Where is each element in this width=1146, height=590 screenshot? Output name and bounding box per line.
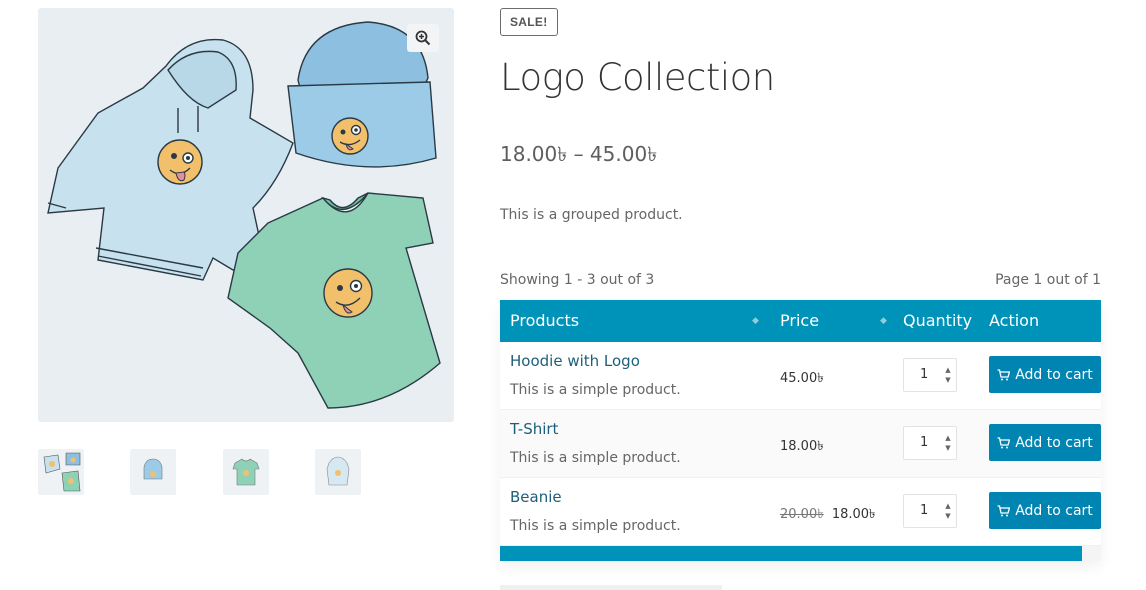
gallery-thumbnail-3[interactable]	[223, 449, 269, 495]
add-to-cart-button[interactable]: Add to cart	[989, 492, 1101, 529]
magnifier-plus-icon	[415, 30, 431, 46]
add-to-cart-label: Add to cart	[1015, 502, 1093, 519]
product-name-link[interactable]: Hoodie with Logo	[510, 352, 640, 370]
table-header: Products ◆ Price ◆ Quantity Action	[500, 300, 1101, 342]
product-price: 45.00৳	[780, 369, 824, 390]
product-price: 18.00৳	[780, 437, 824, 458]
scrollbar-thumb[interactable]	[500, 546, 1082, 561]
horizontal-scrollbar[interactable]	[500, 546, 1101, 561]
product-illustration	[47, 21, 441, 409]
column-header-action: Action	[989, 311, 1040, 330]
column-header-quantity: Quantity	[903, 311, 973, 330]
sale-badge: SALE!	[500, 8, 558, 36]
product-name-link[interactable]: Beanie	[510, 488, 562, 506]
product-name-link[interactable]: T-Shirt	[510, 420, 558, 438]
column-header-products[interactable]: Products	[510, 300, 579, 342]
tshirt-thumb	[232, 458, 260, 486]
product-description: This is a simple product.	[510, 450, 681, 466]
table-row: Hoodie with Logo This is a simple produc…	[500, 342, 1101, 410]
gallery-thumbnail-1[interactable]	[38, 449, 84, 495]
quantity-stepper[interactable]: 1 ▲ ▼	[903, 426, 957, 460]
cart-icon	[997, 504, 1011, 516]
product-short-description: This is a grouped product.	[500, 207, 683, 223]
spinner-arrows-icon[interactable]: ▲ ▼	[944, 365, 952, 385]
sort-icon[interactable]: ◆	[752, 316, 759, 326]
table-row: T-Shirt This is a simple product. 18.00৳…	[500, 410, 1101, 478]
product-description: This is a simple product.	[510, 382, 681, 398]
gallery-thumbnail-4[interactable]	[315, 449, 361, 495]
quantity-value[interactable]: 1	[920, 367, 928, 382]
product-main-image[interactable]	[38, 8, 454, 422]
product-tabs-strip	[500, 585, 722, 590]
product-description: This is a simple product.	[510, 518, 681, 534]
quantity-value[interactable]: 1	[920, 435, 928, 450]
beanie-thumb	[143, 458, 163, 480]
add-to-cart-label: Add to cart	[1015, 434, 1093, 451]
column-header-price[interactable]: Price	[780, 300, 819, 342]
quantity-stepper[interactable]: 1 ▲ ▼	[903, 494, 957, 528]
hoodie-thumb	[326, 456, 350, 486]
regular-price-strikethrough: 20.00৳	[780, 507, 824, 522]
current-price: 45.00৳	[780, 371, 824, 386]
sort-icon[interactable]: ◆	[880, 316, 887, 326]
product-price: 20.00৳ 18.00৳	[780, 505, 876, 526]
cart-icon	[997, 368, 1011, 380]
add-to-cart-button[interactable]: Add to cart	[989, 356, 1101, 393]
quantity-stepper[interactable]: 1 ▲ ▼	[903, 358, 957, 392]
grouped-products-table: Products ◆ Price ◆ Quantity Action Hoodi…	[500, 300, 1101, 561]
quantity-value[interactable]: 1	[920, 503, 928, 518]
product-title: Logo Collection	[500, 56, 775, 99]
showing-count: Showing 1 - 3 out of 3	[500, 272, 655, 288]
add-to-cart-button[interactable]: Add to cart	[989, 424, 1101, 461]
add-to-cart-label: Add to cart	[1015, 366, 1093, 383]
cart-icon	[997, 436, 1011, 448]
spinner-arrows-icon[interactable]: ▲ ▼	[944, 433, 952, 453]
sale-price: 18.00৳	[831, 507, 876, 522]
table-row: Beanie This is a simple product. 20.00৳ …	[500, 478, 1101, 546]
gallery-thumbnail-2[interactable]	[130, 449, 176, 495]
zoom-button[interactable]	[407, 24, 439, 52]
logo-collection-thumb	[43, 452, 81, 492]
spinner-arrows-icon[interactable]: ▲ ▼	[944, 501, 952, 521]
price-range: 18.00৳ – 45.00৳	[500, 142, 658, 166]
page-info: Page 1 out of 1	[995, 272, 1101, 288]
current-price: 18.00৳	[780, 439, 824, 454]
